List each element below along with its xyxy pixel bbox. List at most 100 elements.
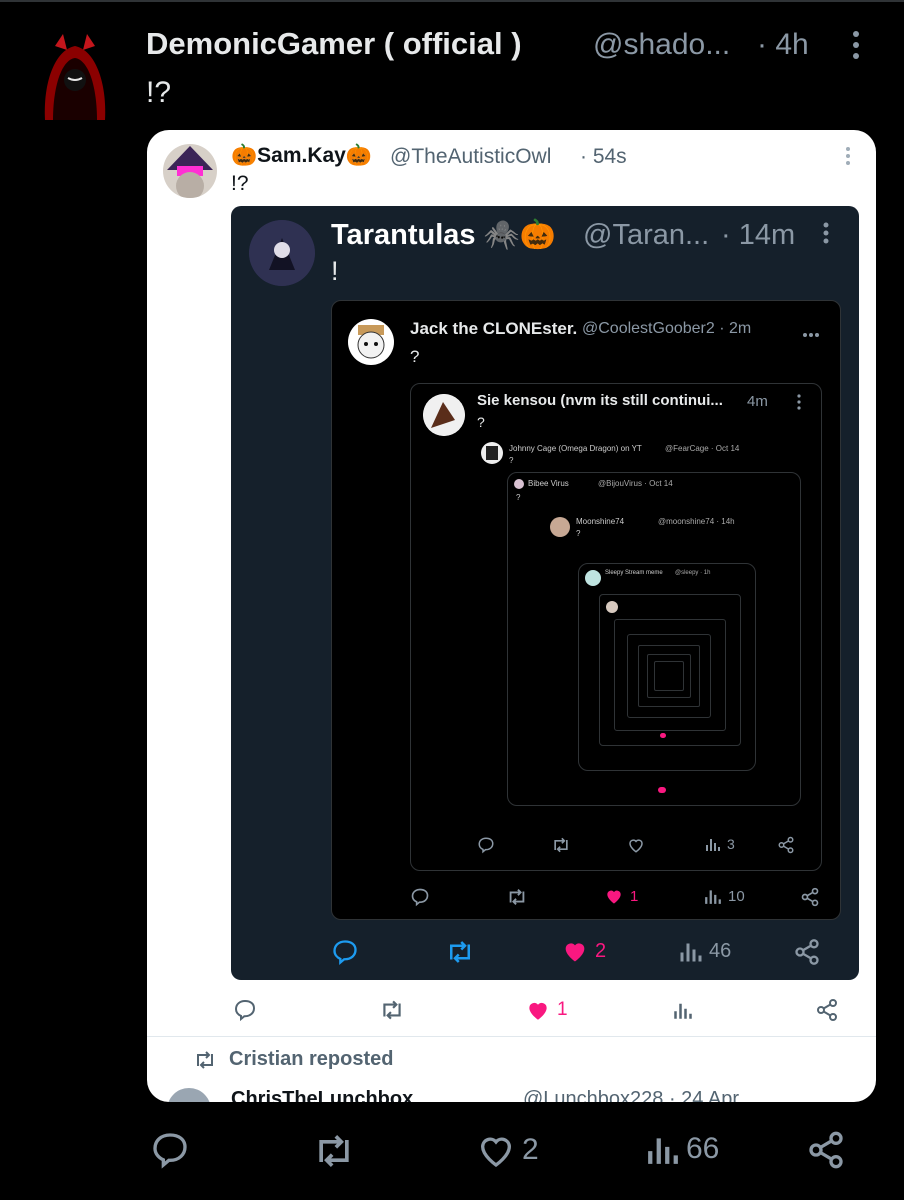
nested-card-d bbox=[638, 645, 700, 707]
johnny-handle[interactable]: @FearCage · Oct 14 bbox=[665, 444, 739, 453]
repost-indicator[interactable]: Cristian reposted bbox=[193, 1048, 393, 1071]
main-repost-icon[interactable] bbox=[312, 1132, 356, 1170]
samkay-more-icon[interactable] bbox=[845, 146, 851, 171]
samkay-handle[interactable]: @TheAutisticOwl bbox=[390, 145, 551, 169]
main-views-count: 66 bbox=[686, 1132, 720, 1165]
tarantulas-repost-icon[interactable] bbox=[445, 939, 475, 965]
top-divider bbox=[0, 0, 904, 8]
nested-card-a bbox=[599, 594, 741, 746]
samkay-avatar[interactable] bbox=[163, 144, 217, 198]
main-author-name[interactable]: DemonicGamer ( official ) bbox=[146, 26, 522, 62]
nested-card-b bbox=[614, 619, 726, 731]
jack-reply-icon[interactable] bbox=[410, 887, 430, 907]
tarantulas-share-icon[interactable] bbox=[793, 938, 821, 966]
tarantulas-text: ! bbox=[331, 256, 339, 286]
demonicgamer-avatar[interactable] bbox=[37, 32, 113, 122]
samkay-time[interactable]: · 54s bbox=[580, 145, 627, 169]
tarantulas-like-icon bbox=[565, 943, 585, 962]
siekensou-time[interactable]: 4m bbox=[747, 393, 768, 410]
samkay-repost-icon[interactable] bbox=[379, 999, 405, 1021]
siekensou-views[interactable]: 3 bbox=[705, 836, 735, 852]
bibee-like-icon[interactable] bbox=[658, 787, 666, 793]
jack-more-icon[interactable] bbox=[802, 325, 820, 343]
johnny-avatar[interactable] bbox=[481, 442, 503, 464]
samkay-text: !? bbox=[231, 172, 249, 195]
johnny-text: ? bbox=[509, 456, 514, 465]
jack-like-icon bbox=[607, 890, 621, 904]
chris-name[interactable]: ChrisTheLunchbox bbox=[231, 1088, 413, 1102]
tarantulas-handle[interactable]: @Taran... bbox=[583, 219, 709, 252]
nested-like-a bbox=[660, 733, 666, 738]
jack-views-icon bbox=[705, 890, 721, 904]
main-share-icon[interactable] bbox=[806, 1130, 846, 1170]
moonshine-avatar[interactable] bbox=[550, 517, 570, 537]
jack-avatar[interactable] bbox=[348, 319, 394, 365]
siekensou-reply-icon[interactable] bbox=[477, 836, 495, 854]
bibee-avatar[interactable] bbox=[514, 479, 524, 489]
sleepy-name[interactable]: Sleepy Stream meme bbox=[605, 570, 663, 576]
main-reply-icon[interactable] bbox=[150, 1130, 190, 1170]
jack-name[interactable]: Jack the CLONEster. bbox=[410, 319, 577, 339]
johnny-name[interactable]: Johnny Cage (Omega Dragon) on YT bbox=[509, 444, 642, 453]
siekensou-share-icon[interactable] bbox=[777, 836, 795, 854]
tarantulas-more-icon[interactable] bbox=[823, 222, 829, 249]
main-likes[interactable]: 2 bbox=[476, 1130, 539, 1170]
tarantulas-likes[interactable]: 2 bbox=[561, 937, 606, 965]
samkay-name[interactable]: 🎃Sam.Kay🎃 bbox=[231, 144, 372, 168]
jack-actions: 1 10 bbox=[410, 883, 830, 911]
tarantulas-views[interactable]: 46 bbox=[679, 939, 731, 963]
moonshine-name[interactable]: Moonshine74 bbox=[576, 517, 624, 526]
sleepy-handle[interactable]: @sleepy · 1h bbox=[675, 570, 710, 576]
jack-handle[interactable]: @CoolestGoober2 · 2m bbox=[582, 320, 751, 338]
tarantulas-reply-icon[interactable] bbox=[331, 938, 359, 966]
siekensou-repost-icon[interactable] bbox=[551, 836, 571, 854]
samkay-likes[interactable]: 1 bbox=[525, 997, 568, 1023]
more-icon[interactable] bbox=[852, 30, 860, 65]
repost-label: Cristian reposted bbox=[229, 1048, 394, 1070]
repost-small-icon bbox=[197, 1050, 213, 1069]
main-views[interactable]: 66 bbox=[646, 1132, 719, 1166]
tarantulas-time[interactable]: · 14m bbox=[721, 219, 795, 252]
tarantulas-avatar[interactable] bbox=[249, 220, 315, 286]
samkay-views-icon[interactable] bbox=[673, 1000, 693, 1020]
main-time[interactable]: · 4h bbox=[757, 28, 809, 62]
quote-card-jack[interactable]: Jack the CLONEster. @CoolestGoober2 · 2m… bbox=[331, 300, 841, 920]
nested-card-c bbox=[627, 634, 711, 718]
samkay-like-count: 1 bbox=[557, 999, 568, 1020]
bibee-text: ? bbox=[516, 493, 521, 502]
tarantulas-like-count: 2 bbox=[595, 939, 607, 962]
moonshine-handle[interactable]: @moonshine74 · 14h bbox=[658, 517, 735, 526]
siekensou-avatar[interactable] bbox=[423, 394, 465, 436]
jack-share-icon[interactable] bbox=[800, 887, 820, 907]
siekensou-views-icon bbox=[706, 839, 720, 851]
nested-card-e bbox=[647, 654, 691, 698]
bibee-handle[interactable]: @BijouVirus · Oct 14 bbox=[598, 479, 673, 488]
samkay-actions: 1 bbox=[233, 994, 843, 1026]
tarantulas-views-icon bbox=[680, 943, 702, 962]
tarantulas-views-count: 46 bbox=[709, 939, 732, 962]
main-actions: 2 66 bbox=[150, 1126, 850, 1172]
quote-card-siekensou[interactable]: Sie kensou (nvm its still continui... 4m… bbox=[410, 383, 822, 871]
siekensou-more-icon[interactable] bbox=[797, 394, 801, 415]
jack-repost-icon[interactable] bbox=[506, 887, 528, 907]
chris-avatar[interactable] bbox=[167, 1088, 211, 1102]
siekensou-name[interactable]: Sie kensou (nvm its still continui... bbox=[477, 392, 723, 409]
quote-card-bibee[interactable]: Bibee Virus @BijouVirus · Oct 14 ? Moons… bbox=[507, 472, 801, 806]
samkay-reply-icon[interactable] bbox=[233, 998, 257, 1022]
samkay-like-icon bbox=[529, 1002, 547, 1020]
jack-views[interactable]: 10 bbox=[704, 887, 745, 905]
jack-likes[interactable]: 1 bbox=[604, 886, 638, 906]
samkay-share-icon[interactable] bbox=[815, 998, 839, 1022]
card-divider bbox=[147, 1036, 876, 1037]
quote-card-tarantulas[interactable]: Tarantulas 🕷️🎃 @Taran... · 14m ! Jack th… bbox=[231, 206, 859, 980]
nested-avatar-a bbox=[606, 601, 618, 613]
main-handle[interactable]: @shado... bbox=[593, 28, 730, 62]
bibee-name[interactable]: Bibee Virus bbox=[528, 479, 569, 488]
chris-handle[interactable]: @Lunchbox228 · 24 Apr bbox=[523, 1088, 739, 1102]
tarantulas-name[interactable]: Tarantulas 🕷️🎃 bbox=[331, 218, 556, 252]
siekensou-like-icon[interactable] bbox=[627, 836, 645, 854]
jack-views-count: 10 bbox=[728, 887, 745, 905]
sleepy-avatar[interactable] bbox=[585, 570, 601, 586]
quote-card-sleepy[interactable]: Sleepy Stream meme @sleepy · 1h bbox=[578, 563, 756, 771]
quote-card-samkay[interactable]: 🎃Sam.Kay🎃 @TheAutisticOwl · 54s !? Taran… bbox=[147, 130, 876, 1102]
